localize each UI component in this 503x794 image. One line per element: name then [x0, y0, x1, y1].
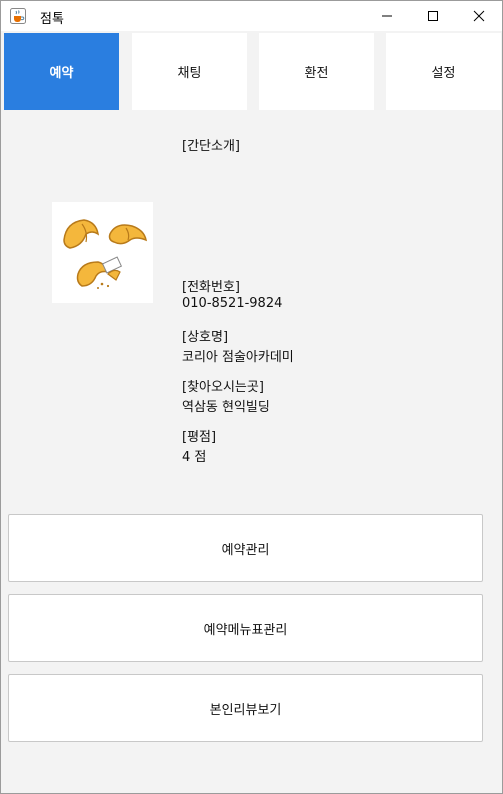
tab-chat[interactable]: 채팅 — [132, 33, 247, 110]
maximize-button[interactable] — [410, 1, 456, 31]
location-value: 역삼동 현익빌딩 — [182, 400, 270, 415]
tab-exchange[interactable]: 환전 — [259, 33, 374, 110]
business-name-value: 코리아 점술아카데미 — [182, 350, 294, 365]
minimize-button[interactable] — [364, 1, 410, 31]
minimize-icon — [382, 15, 392, 17]
phone-label: [전화번호] — [182, 280, 240, 295]
close-icon — [473, 10, 485, 22]
rating-value: 4 점 — [182, 450, 207, 465]
close-button[interactable] — [456, 1, 502, 31]
reservation-manage-button[interactable]: 예약관리 — [8, 514, 483, 582]
maximize-icon — [428, 11, 438, 21]
rating-label: [평점] — [182, 430, 217, 445]
window-title: 점톡 — [40, 12, 64, 27]
intro-label: [간단소개] — [182, 139, 240, 154]
fortune-cookie-image — [52, 202, 153, 303]
fortune-cookie-icon — [52, 202, 153, 303]
business-name-label: [상호명] — [182, 330, 229, 345]
location-label: [찾아오시는곳] — [182, 380, 264, 395]
menu-price-manage-button[interactable]: 예약메뉴표관리 — [8, 594, 483, 662]
app-window: 점톡 예약 채팅 환전 설정 [간단소개] [전화번호] 010-8521-98… — [0, 0, 503, 794]
tab-reservation[interactable]: 예약 — [4, 33, 119, 110]
title-bar: 점톡 — [1, 1, 502, 31]
phone-value: 010-8521-9824 — [182, 296, 283, 311]
java-cup-icon — [10, 8, 26, 24]
tab-settings[interactable]: 설정 — [386, 33, 501, 110]
view-reviews-button[interactable]: 본인리뷰보기 — [8, 674, 483, 742]
